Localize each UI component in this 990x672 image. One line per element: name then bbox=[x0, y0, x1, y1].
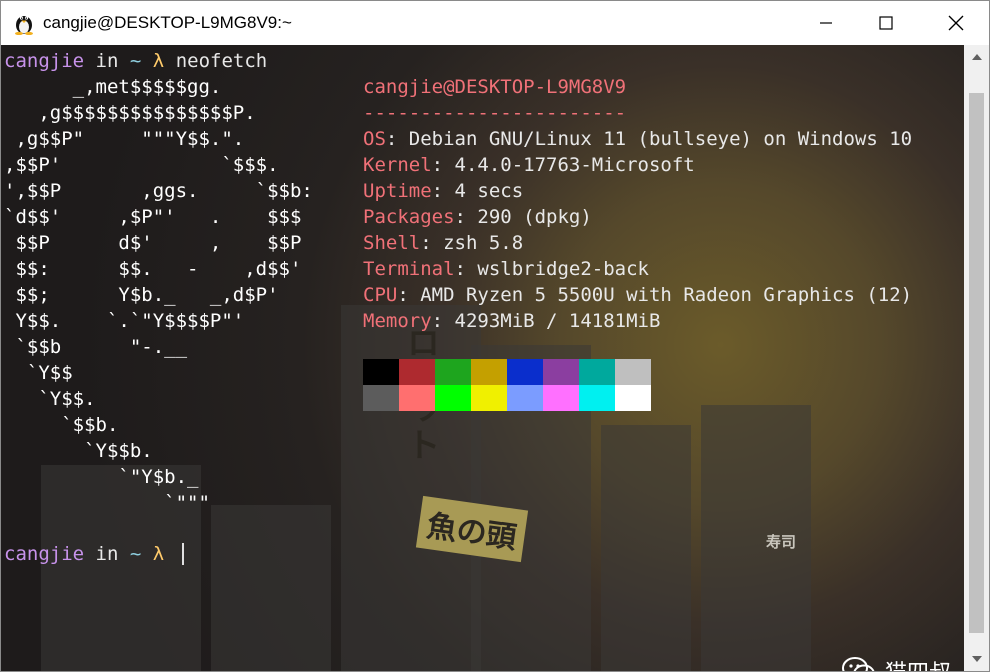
info-row-memory: Memory: 4293MiB / 14181MiB bbox=[363, 310, 661, 332]
scroll-down-button[interactable] bbox=[964, 649, 989, 669]
color-swatch-bright-3 bbox=[471, 385, 507, 411]
info-label: Uptime bbox=[363, 180, 432, 202]
color-swatch-normal-6 bbox=[579, 359, 615, 385]
close-button[interactable] bbox=[926, 1, 986, 45]
color-swatch-normal-4 bbox=[507, 359, 543, 385]
color-swatch-bright-7 bbox=[615, 385, 651, 411]
ascii-art-line: _,met$$$$$gg. bbox=[4, 76, 222, 98]
ascii-art-line: `$$b "-.__ bbox=[4, 336, 188, 358]
prompt-user: cangjie bbox=[4, 50, 85, 72]
info-separator: ----------------------- bbox=[363, 102, 627, 124]
ascii-art-line: ,g$$$$$$$$$$$$$$$P. bbox=[4, 102, 256, 124]
prompt-line-2: cangjie in ~ λ bbox=[4, 541, 164, 567]
info-value: Debian GNU/Linux 11 (bullseye) on Window… bbox=[408, 128, 913, 150]
color-swatch-bright-5 bbox=[543, 385, 579, 411]
wechat-icon bbox=[842, 657, 875, 671]
info-row-uptime: Uptime: 4 secs bbox=[363, 180, 524, 202]
info-value: 4.4.0-17763-Microsoft bbox=[454, 154, 695, 176]
ascii-art-line: `d$$' ,$P"' . $$$ bbox=[4, 206, 302, 228]
ascii-art-line: `$$b. bbox=[4, 414, 119, 436]
info-label: Kernel bbox=[363, 154, 432, 176]
color-swatch-bright-6 bbox=[579, 385, 615, 411]
prompt-lambda: λ bbox=[152, 543, 165, 565]
color-swatch-normal-2 bbox=[435, 359, 471, 385]
prompt-command: neofetch bbox=[175, 50, 268, 72]
text-cursor bbox=[182, 543, 184, 565]
prompt-tilde: ~ bbox=[129, 543, 142, 565]
minimize-button[interactable] bbox=[796, 1, 856, 45]
window-title: cangjie@DESKTOP-L9MG8V9:~ bbox=[43, 13, 292, 32]
prompt-tilde: ~ bbox=[129, 50, 142, 72]
watermark-text: 猫四叔 bbox=[885, 655, 951, 671]
info-value: AMD Ryzen 5 5500U with Radeon Graphics (… bbox=[420, 284, 913, 306]
color-swatch-normal-3 bbox=[471, 359, 507, 385]
close-icon bbox=[948, 15, 964, 31]
color-swatch-bright-1 bbox=[399, 385, 435, 411]
tux-penguin-icon bbox=[15, 16, 33, 35]
minimize-icon bbox=[820, 22, 832, 24]
info-value: zsh 5.8 bbox=[443, 232, 524, 254]
color-swatch-bright-2 bbox=[435, 385, 471, 411]
scroll-down-arrow-icon bbox=[971, 656, 982, 662]
info-row-kernel: Kernel: 4.4.0-17763-Microsoft bbox=[363, 154, 695, 176]
info-row-terminal: Terminal: wslbridge2-back bbox=[363, 258, 649, 280]
color-swatch-normal-1 bbox=[399, 359, 435, 385]
prompt-in: in bbox=[95, 543, 119, 565]
title-bar[interactable]: cangjie@DESKTOP-L9MG8V9:~ bbox=[1, 1, 989, 45]
color-swatch-normal-5 bbox=[543, 359, 579, 385]
info-value: 4293MiB / 14181MiB bbox=[454, 310, 661, 332]
ascii-art-line: $$; Y$b._ _,d$P' bbox=[4, 284, 279, 306]
info-label: OS bbox=[363, 128, 386, 150]
info-header: cangjie@DESKTOP-L9MG8V9 bbox=[363, 76, 627, 98]
ascii-art-line: ',$$P ,ggs. `$$b: bbox=[4, 180, 313, 202]
ascii-art-line: `Y$$ bbox=[4, 362, 73, 384]
prompt-user: cangjie bbox=[4, 543, 85, 565]
ascii-art-line: `Y$$. bbox=[4, 388, 96, 410]
info-label: Shell bbox=[363, 232, 421, 254]
info-label: CPU bbox=[363, 284, 398, 306]
watermark: 猫四叔 bbox=[841, 655, 951, 671]
ascii-art-line: `Y$$b. bbox=[4, 440, 153, 462]
ascii-art-line: $$: $$. - ,d$$' bbox=[4, 258, 302, 280]
scroll-up-arrow-icon bbox=[971, 54, 982, 60]
prompt-in: in bbox=[95, 50, 119, 72]
info-label: Memory bbox=[363, 310, 432, 332]
terminal-area[interactable]: ロボット 魚の頭 寿司 cangjie in ~ λ neofetch _,me… bbox=[1, 45, 964, 671]
maximize-button[interactable] bbox=[856, 1, 916, 45]
color-swatch-bright-0 bbox=[363, 385, 399, 411]
ascii-art-line: $$P d$' , $$P bbox=[4, 232, 302, 254]
ascii-art-line: ,g$$P" """Y$$.". bbox=[4, 128, 245, 150]
ascii-art-line: `"Y$b._ bbox=[4, 466, 199, 488]
info-value: wslbridge2-back bbox=[477, 258, 649, 280]
info-row-packages: Packages: 290 (dpkg) bbox=[363, 206, 592, 228]
info-value: 290 (dpkg) bbox=[477, 206, 592, 228]
ascii-art-line: Y$$. `.`"Y$$$$P"' bbox=[4, 310, 245, 332]
background-sign-sushi: 寿司 bbox=[766, 533, 797, 551]
vertical-scrollbar[interactable] bbox=[964, 45, 989, 671]
ascii-art-line: `""" bbox=[4, 492, 210, 514]
maximize-icon bbox=[879, 16, 893, 30]
terminal-window: cangjie@DESKTOP-L9MG8V9:~ ロボット 魚の頭 寿司 ca… bbox=[0, 0, 990, 672]
color-swatch-bright-4 bbox=[507, 385, 543, 411]
info-row-os: OS: Debian GNU/Linux 11 (bullseye) on Wi… bbox=[363, 128, 913, 150]
info-row-cpu: CPU: AMD Ryzen 5 5500U with Radeon Graph… bbox=[363, 284, 913, 306]
prompt-lambda: λ bbox=[152, 50, 165, 72]
scrollbar-thumb[interactable] bbox=[969, 93, 984, 633]
info-row-shell: Shell: zsh 5.8 bbox=[363, 232, 524, 254]
scroll-up-button[interactable] bbox=[964, 47, 989, 67]
info-label: Terminal bbox=[363, 258, 455, 280]
prompt-line-1: cangjie in ~ λ neofetch bbox=[4, 48, 267, 74]
color-swatch-normal-0 bbox=[363, 359, 399, 385]
ascii-art-line: ,$$P' `$$$. bbox=[4, 154, 279, 176]
info-value: 4 secs bbox=[454, 180, 524, 202]
color-swatch-normal-7 bbox=[615, 359, 651, 385]
info-label: Packages bbox=[363, 206, 455, 228]
